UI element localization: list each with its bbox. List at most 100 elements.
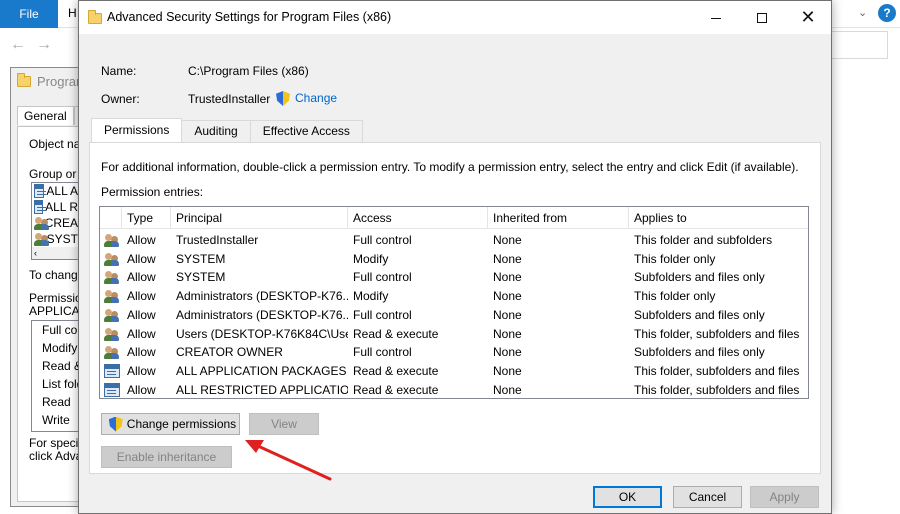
list-item: Write [42,413,70,427]
list-item[interactable]: SYST [32,231,78,247]
dialog-title: Advanced Security Settings for Program F… [107,10,392,24]
cell-inherited: None [493,363,522,378]
cell-access: Read & execute [353,326,439,341]
table-row[interactable]: Allow ALL RESTRICTED APPLICATIO... Read & … [100,381,808,398]
entries-label: Permission entries: [101,185,204,199]
close-button[interactable]: ✕ [785,1,831,34]
cell-inherited: None [493,326,522,341]
cell-inherited: None [493,345,522,360]
column-header-icon[interactable] [100,207,122,229]
apply-button[interactable]: Apply [750,486,819,508]
table-row[interactable]: Allow Users (DESKTOP-K76K84C\Use... Read &… [100,325,808,344]
enable-inheritance-button[interactable]: Enable inheritance [101,446,232,468]
column-header-principal[interactable]: Principal [171,207,348,229]
properties-title-text: Progran [37,74,82,89]
list-item: Modify [42,341,78,355]
home-tab[interactable]: H [68,6,77,20]
users-icon [34,232,49,246]
cell-applies: This folder, subfolders and files [634,363,800,378]
tab-auditing[interactable]: Auditing [181,120,251,142]
cell-type: Allow [127,289,156,304]
cell-principal: ALL RESTRICTED APPLICATIO... [176,382,348,397]
column-header-applies[interactable]: Applies to [629,207,808,229]
cell-applies: This folder, subfolders and files [634,382,800,397]
cancel-button[interactable]: Cancel [673,486,742,508]
name-value: C:\Program Files (x86) [188,64,309,78]
help-icon[interactable]: ? [878,4,896,22]
cell-principal: Administrators (DESKTOP-K76... [176,289,348,304]
uac-shield-icon [276,91,290,106]
users-icon [104,345,120,360]
cell-principal: CREATOR OWNER [176,345,283,360]
app-package-icon [104,363,120,378]
table-row[interactable]: Allow SYSTEM Modify None This folder only [100,250,808,269]
ok-button[interactable]: OK [593,486,662,508]
file-tab[interactable]: File [0,0,58,28]
cell-applies: This folder, subfolders and files [634,326,800,341]
cell-applies: This folder only [634,289,716,304]
cell-type: Allow [127,382,156,397]
owner-value: TrustedInstaller [188,92,271,106]
table-row[interactable]: Allow Administrators (DESKTOP-K76... Full … [100,306,808,325]
cell-access: Full control [353,345,412,360]
minimize-button[interactable] [693,1,739,34]
properties-tabs: General S [17,106,81,125]
change-permissions-button[interactable]: Change permissions [101,413,240,435]
table-row[interactable]: Allow Administrators (DESKTOP-K76... Modif… [100,287,808,306]
cell-inherited: None [493,233,522,247]
list-item: List folde [42,377,78,391]
cell-type: Allow [127,307,156,322]
tab-effective-access[interactable]: Effective Access [249,120,363,142]
cell-access: Modify [353,251,389,266]
list-item[interactable]: CREA [32,215,78,231]
list-item: Read & [42,359,79,373]
back-arrow-icon[interactable]: ← [10,36,36,53]
table-row[interactable]: Allow CREATOR OWNER Full control None Subfol… [100,343,808,362]
users-icon [104,327,120,341]
list-item[interactable]: ALL A [32,183,78,199]
cell-applies: Subfolders and files only [634,307,765,322]
list-item[interactable]: ALL R [32,199,78,215]
name-label: Name: [101,64,137,78]
tab-permissions[interactable]: Permissions [91,118,183,142]
table-row[interactable]: Allow ALL APPLICATION PACKAGES Read & exec… [100,362,808,381]
maximize-icon [757,13,767,24]
cell-principal: Users (DESKTOP-K76K84C\Use... [176,326,348,341]
forward-arrow-icon[interactable]: → [36,36,62,53]
object-name-label: Object nar [29,137,85,151]
cell-inherited: None [493,382,522,397]
list-item: Read [42,395,71,409]
cell-access: Full control [353,233,412,247]
folder-icon [88,10,102,24]
cell-type: Allow [127,251,156,266]
permission-list: Full con Modify Read & List folde Read W… [31,320,79,432]
view-button[interactable]: View [249,413,319,435]
column-header-inherited[interactable]: Inherited from [488,207,629,229]
chevron-down-icon[interactable]: ⌄ [858,6,867,19]
table-row[interactable]: Allow TrustedInstaller Full control None Thi… [100,231,808,250]
search-box[interactable] [832,31,888,59]
nav-arrows[interactable]: ←→ [10,36,62,54]
scroll-left-icon[interactable]: ‹ [32,247,78,259]
folder-icon [17,73,31,87]
column-header-access[interactable]: Access [348,207,488,229]
close-icon: ✕ [800,7,816,27]
cell-access: Modify [353,289,389,304]
cell-principal: SYSTEM [176,251,226,266]
cell-type: Allow [127,233,156,247]
users-icon [104,252,120,266]
maximize-button[interactable] [739,1,785,34]
special-text-2: click Adva [29,449,83,463]
cell-principal: Administrators (DESKTOP-K76... [176,307,348,322]
cell-type: Allow [127,363,156,378]
change-owner-link[interactable]: Change [295,91,337,105]
permission-entries-table[interactable]: Type Principal Access Inherited from App… [99,206,809,399]
group-list[interactable]: ALL A ALL R CREA SYST ‹ [31,182,79,260]
users-icon [104,289,120,304]
cell-principal: SYSTEM [176,270,226,285]
to-change-text: To change [29,268,85,282]
column-header-type[interactable]: Type [122,207,171,229]
users-icon [104,270,120,285]
tab-general[interactable]: General [17,106,74,125]
table-row[interactable]: Allow SYSTEM Full control None Subfolders an… [100,268,808,287]
